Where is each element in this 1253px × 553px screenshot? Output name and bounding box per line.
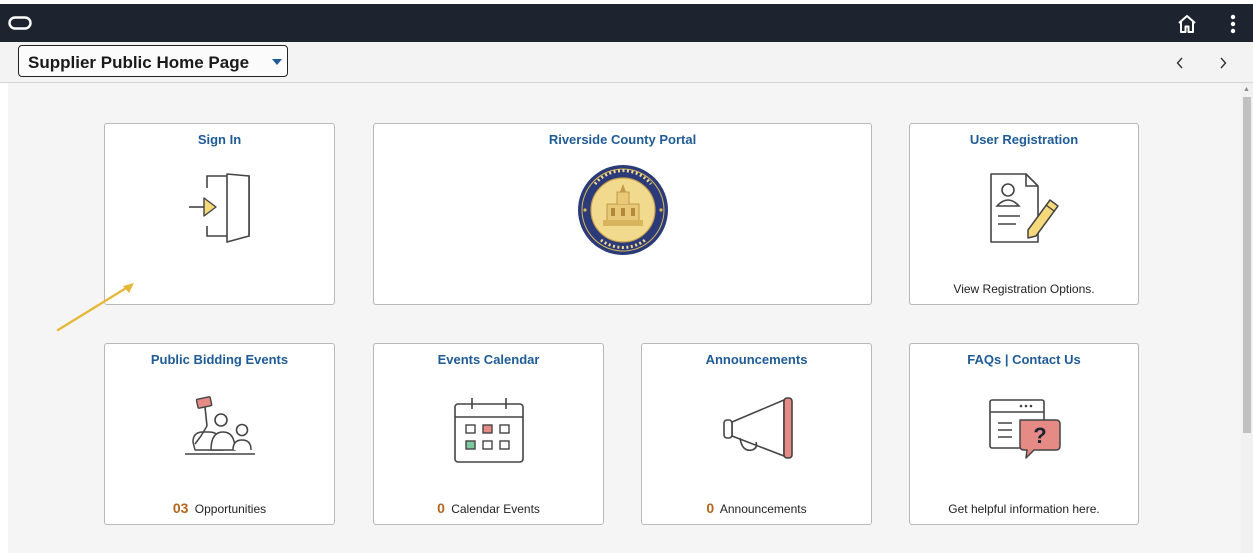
tile-user-registration[interactable]: User Registration View Registration Opti…	[909, 123, 1139, 305]
scroll-up-arrow-icon[interactable]: ▲	[1243, 86, 1250, 93]
tile-title: Announcements	[705, 352, 808, 367]
registration-form-icon	[990, 173, 1059, 243]
tile-title: Sign In	[197, 132, 242, 147]
tile-footer: 0 Announcements	[642, 500, 871, 516]
tile-public-bidding-events[interactable]: Public Bidding Events 03 Opportunities	[104, 343, 335, 525]
tile-footer: View Registration Options.	[953, 282, 1095, 296]
sign-in-door-icon	[189, 173, 250, 243]
tile-footer: 0 Calendar Events	[374, 500, 603, 516]
kebab-menu-icon[interactable]	[1223, 12, 1243, 36]
tile-footer: 03 Opportunities	[105, 500, 334, 516]
tile-sign-in[interactable]: Sign In	[104, 123, 335, 305]
tile-title: Public Bidding Events	[150, 352, 289, 367]
announcements-count: 0	[706, 500, 715, 516]
page-selector-dropdown[interactable]: Supplier Public Home Page	[18, 45, 288, 77]
county-seal-icon	[578, 165, 668, 255]
megaphone-icon	[723, 397, 793, 459]
chevron-left-icon[interactable]	[1175, 56, 1185, 70]
caret-down-icon	[272, 59, 282, 65]
oracle-oval-logo-icon[interactable]	[8, 16, 32, 30]
annotation-arrow-icon	[56, 283, 134, 332]
help-question-icon: ?	[989, 399, 1061, 459]
tile-title: FAQs | Contact Us	[967, 352, 1081, 367]
announcements-label: Announcements	[719, 502, 807, 516]
calendar-events-count: 0	[437, 500, 445, 516]
tile-events-calendar[interactable]: Events Calendar 0 Calendar Events	[373, 343, 604, 525]
tile-title: Events Calendar	[437, 352, 540, 367]
tile-announcements[interactable]: Announcements 0 Announcements	[641, 343, 872, 525]
opportunities-count: 03	[172, 500, 189, 516]
tile-riverside-county-portal[interactable]: Riverside County Portal	[373, 123, 872, 305]
tile-footer: Get helpful information here.	[948, 502, 1100, 516]
tile-title: User Registration	[969, 132, 1079, 147]
bidding-paddle-icon	[185, 396, 255, 455]
page-header-bar: Supplier Public Home Page	[0, 42, 1253, 83]
tile-faqs-contact-us[interactable]: FAQs | Contact Us ? Get helpful informat…	[909, 343, 1139, 525]
scrollbar-thumb[interactable]	[1243, 97, 1251, 433]
svg-text:?: ?	[1033, 423, 1046, 448]
top-bar	[0, 4, 1253, 42]
calendar-events-label: Calendar Events	[451, 502, 540, 516]
calendar-icon	[454, 398, 524, 463]
tile-title: Riverside County Portal	[548, 132, 697, 147]
home-icon[interactable]	[1175, 12, 1199, 36]
page-title: Supplier Public Home Page	[28, 53, 250, 72]
chevron-right-icon[interactable]	[1218, 56, 1228, 70]
opportunities-label: Opportunities	[194, 502, 267, 516]
